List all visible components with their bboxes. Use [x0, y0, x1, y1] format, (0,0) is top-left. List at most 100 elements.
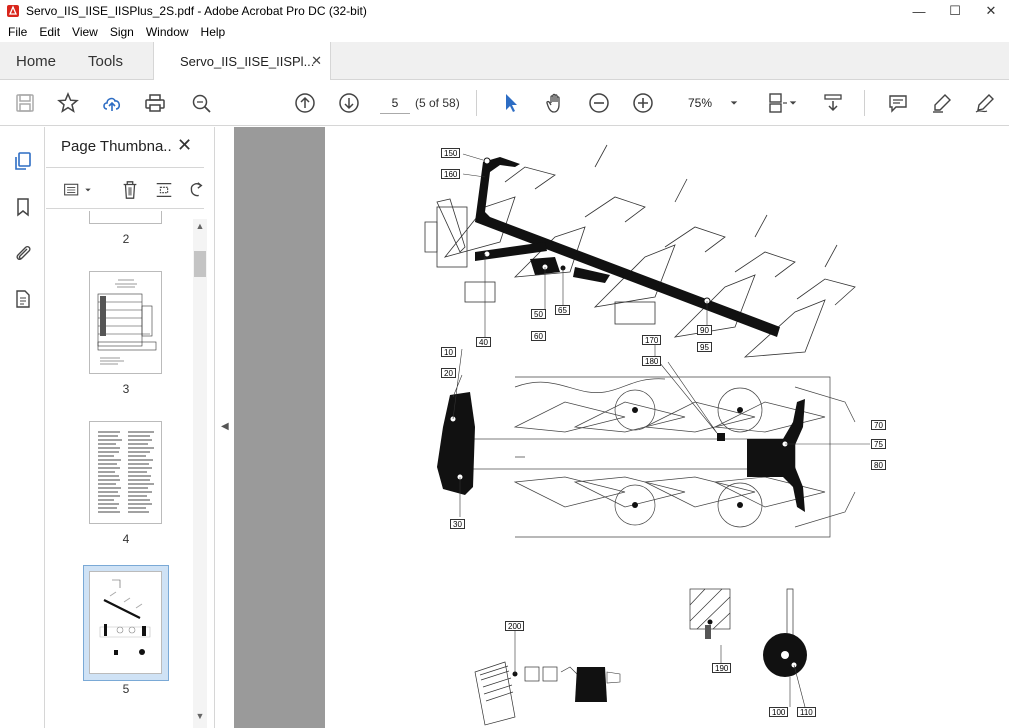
thumbnail-page-5[interactable] [89, 571, 162, 674]
bookmarks-toggle[interactable] [11, 195, 35, 219]
upload-button[interactable] [99, 90, 125, 116]
page-thumbnails-toggle[interactable] [11, 149, 35, 173]
thumbnail-options-button[interactable] [60, 179, 84, 201]
attachments-toggle[interactable] [11, 241, 35, 265]
list-options-icon [64, 183, 79, 196]
fit-page-icon [769, 93, 787, 113]
callout-label: 50 [531, 309, 546, 319]
menu-window[interactable]: Window [140, 25, 195, 39]
menu-file[interactable]: File [2, 25, 33, 39]
minus-circle-icon [589, 93, 609, 113]
scroll-thumb[interactable] [194, 251, 206, 277]
pen-icon [975, 94, 994, 113]
next-page-button[interactable] [336, 90, 362, 116]
comment-icon [889, 95, 907, 113]
save-button[interactable] [12, 90, 38, 116]
thumbnail-page-2[interactable] [89, 211, 162, 224]
callout-label: 30 [450, 519, 465, 529]
zoom-select[interactable]: 75% [680, 92, 742, 114]
zoom-out-button[interactable] [586, 90, 612, 116]
cursor-arrow-icon [506, 94, 517, 112]
close-tab-icon[interactable]: ✕ [311, 53, 322, 69]
menu-bar: File Edit View Sign Window Help [0, 22, 1009, 42]
callout-label: 200 [505, 621, 525, 631]
close-panel-icon[interactable]: ✕ [177, 135, 192, 156]
previous-page-button[interactable] [292, 90, 318, 116]
plus-circle-icon [633, 93, 653, 113]
callout-label: 95 [697, 342, 712, 352]
callout-label: 65 [555, 305, 570, 315]
tab-home[interactable]: Home [16, 42, 56, 80]
chevron-down-icon [85, 188, 91, 192]
page-display-dropdown[interactable] [786, 90, 800, 116]
magnifier-icon [192, 94, 211, 113]
thumbnail-list: 2 3 4 5 [46, 211, 191, 728]
arrow-down-circle-icon [339, 93, 359, 113]
callout-label: 150 [441, 148, 461, 158]
tab-tools[interactable]: Tools [88, 42, 123, 80]
menu-edit[interactable]: Edit [33, 25, 66, 39]
cloud-upload-icon [103, 97, 121, 111]
callout-label: 100 [769, 707, 789, 717]
tab-bar: Home Tools Servo_IIS_IISE_IISPl... ✕ [0, 42, 1009, 81]
extract-pages-button[interactable] [152, 179, 176, 201]
thumbnail-page-4[interactable] [89, 421, 162, 524]
chevron-down-icon [789, 101, 797, 105]
tab-document[interactable]: Servo_IIS_IISE_IISPl... ✕ [153, 42, 331, 81]
scroll-up-arrow[interactable]: ▲ [193, 221, 207, 235]
callout-label: 160 [441, 169, 461, 179]
paperclip-icon [16, 245, 31, 261]
zoom-in-button[interactable] [630, 90, 656, 116]
callout-label: 90 [697, 325, 712, 335]
callout-label: 190 [712, 663, 732, 673]
star-icon [57, 92, 79, 113]
document-icon [16, 290, 30, 308]
scroll-icon [824, 94, 842, 112]
callout-label: 75 [871, 439, 886, 449]
callout-label: 80 [871, 460, 886, 470]
thumbnail-label: 3 [122, 382, 130, 396]
menu-view[interactable]: View [66, 25, 104, 39]
panel-splitter[interactable]: ◀ [214, 127, 234, 728]
callout-label: 70 [871, 420, 886, 430]
panel-toolbar [46, 167, 204, 209]
menu-sign[interactable]: Sign [104, 25, 140, 39]
toolbar-separator [476, 90, 477, 116]
collapse-panel-icon[interactable]: ◀ [221, 421, 229, 432]
scroll-down-arrow[interactable]: ▼ [193, 711, 207, 725]
comment-button[interactable] [885, 90, 911, 116]
callout-label: 40 [476, 337, 491, 347]
callout-label: 60 [531, 331, 546, 341]
thumbnail-label: 2 [122, 232, 130, 246]
thumbnail-options-dropdown[interactable] [82, 179, 94, 201]
pages-icon [15, 152, 31, 170]
callout-label: 180 [642, 356, 662, 366]
draw-button[interactable] [972, 90, 998, 116]
rotate-page-button[interactable] [184, 179, 208, 201]
close-window-button[interactable]: ✕ [973, 0, 1009, 22]
scroll-mode-button[interactable] [820, 90, 846, 116]
document-background [234, 127, 325, 728]
menu-help[interactable]: Help [195, 25, 232, 39]
find-button[interactable] [188, 90, 214, 116]
thumbnail-page-3[interactable] [89, 271, 162, 374]
hand-tool-button[interactable] [542, 90, 568, 116]
minimize-button[interactable]: — [901, 0, 937, 22]
thumbnail-scrollbar[interactable]: ▲ ▼ [193, 219, 207, 728]
zoom-value: 75% [687, 96, 713, 110]
print-button[interactable] [142, 90, 168, 116]
bookmark-star-button[interactable] [55, 90, 81, 116]
page-number-input[interactable]: 5 [380, 92, 410, 114]
rotate-icon [190, 182, 203, 197]
maximize-button[interactable]: ☐ [937, 0, 973, 22]
panel-title: Page Thumbna... [61, 138, 173, 155]
toolbar [0, 80, 1009, 126]
select-tool-button[interactable] [498, 90, 524, 116]
chevron-down-icon [730, 101, 738, 105]
left-rail [0, 127, 45, 728]
thumbnail-image [99, 579, 151, 655]
delete-page-button[interactable] [118, 179, 142, 201]
layers-toggle[interactable] [11, 287, 35, 311]
thumbnail-label: 4 [122, 532, 130, 546]
highlight-button[interactable] [929, 90, 955, 116]
